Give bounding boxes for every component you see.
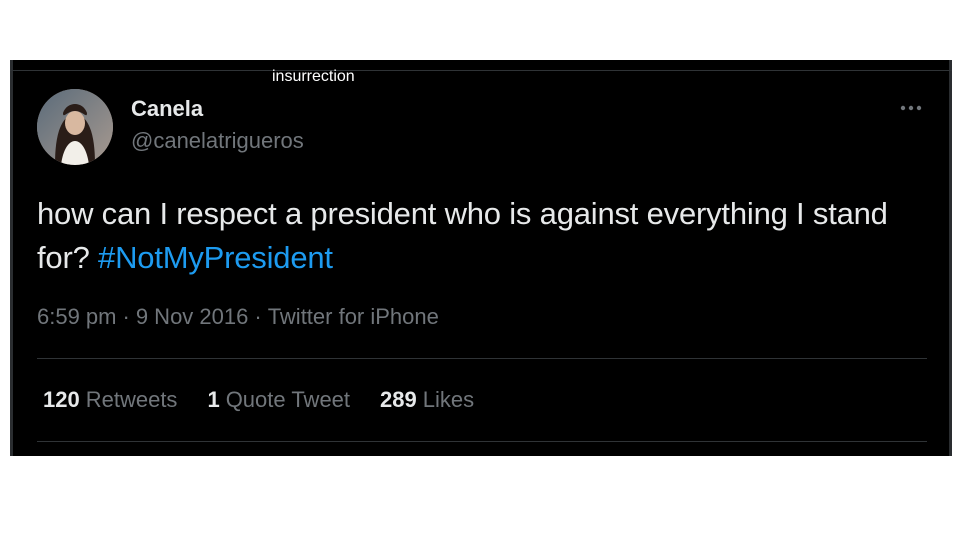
- tweet-stats: 120 Retweets 1 Quote Tweet 289 Likes: [43, 387, 474, 413]
- retweets-label: Retweets: [85, 387, 178, 412]
- retweets-count: 120: [43, 387, 80, 412]
- author-display-name[interactable]: Canela: [131, 96, 203, 122]
- stats-divider-bottom: [37, 441, 927, 442]
- quote-count: 1: [207, 387, 220, 412]
- avatar[interactable]: [37, 89, 113, 165]
- tweet-meta: 6:59 pm · 9 Nov 2016 · Twitter for iPhone: [37, 304, 439, 330]
- card-border-right: [949, 60, 952, 456]
- likes-stat[interactable]: 289 Likes: [380, 387, 474, 413]
- quote-label: Quote Tweet: [225, 387, 351, 412]
- meta-separator: ·: [122, 304, 130, 329]
- more-horizontal-icon[interactable]: [898, 98, 924, 118]
- author-handle[interactable]: @canelatrigueros: [131, 128, 304, 154]
- hashtag-link[interactable]: #NotMyPresident: [98, 240, 333, 275]
- quote-tweets-stat[interactable]: 1 Quote Tweet: [207, 387, 350, 413]
- meta-separator: ·: [254, 304, 262, 329]
- tweet-source[interactable]: Twitter for iPhone: [268, 304, 439, 329]
- tweet-text: how can I respect a president who is aga…: [37, 192, 927, 280]
- avatar-photo: [37, 89, 113, 165]
- likes-label: Likes: [422, 387, 475, 412]
- tweet-card: Canela @canelatrigueros how can I respec…: [10, 60, 952, 456]
- card-border-left: [10, 60, 13, 456]
- retweets-stat[interactable]: 120 Retweets: [43, 387, 177, 413]
- tweet-time[interactable]: 6:59 pm: [37, 304, 117, 329]
- top-divider: [10, 70, 952, 71]
- likes-count: 289: [380, 387, 417, 412]
- caption-label: insurrection: [272, 68, 355, 85]
- tweet-date[interactable]: 9 Nov 2016: [136, 304, 249, 329]
- stats-divider-top: [37, 358, 927, 359]
